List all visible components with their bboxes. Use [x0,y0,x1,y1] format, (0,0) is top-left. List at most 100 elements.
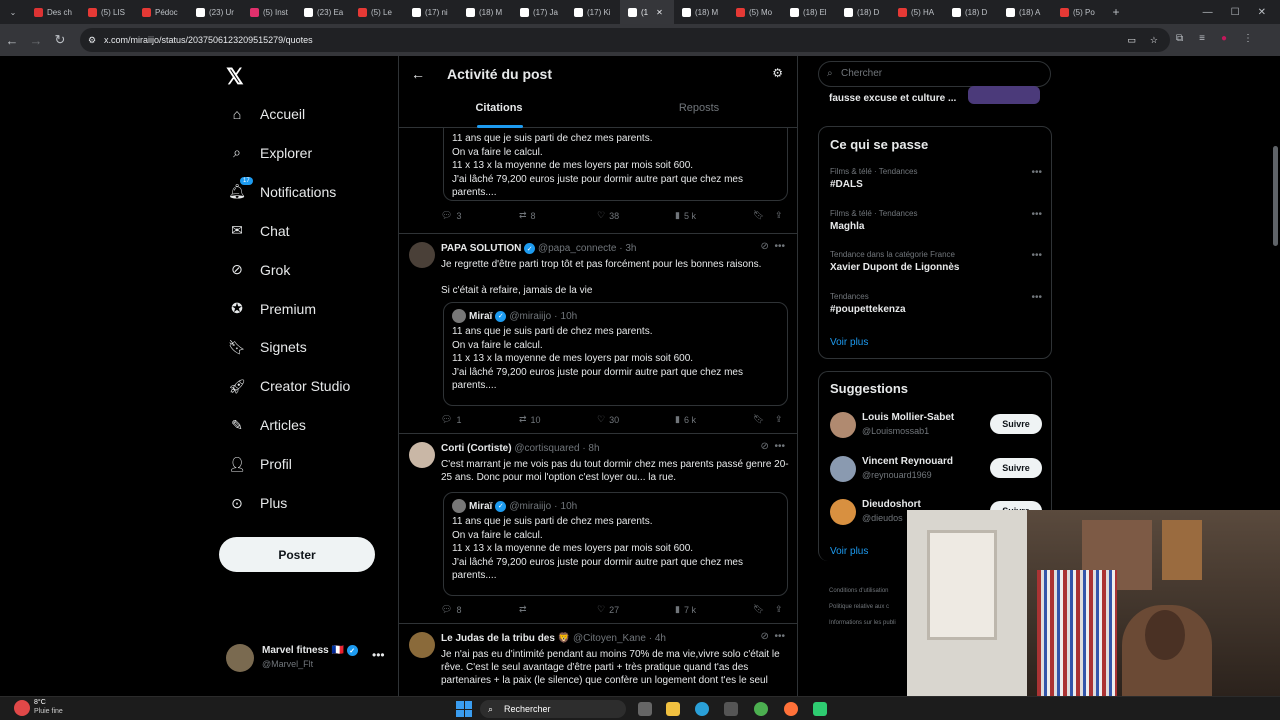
author-name[interactable]: PAPA SOLUTION [441,243,521,254]
close-window-icon[interactable]: ✕ [1258,7,1266,18]
author-handle[interactable]: @Citoyen_Kane [573,633,646,644]
follow-button[interactable]: Suivre [990,457,1042,478]
more-icon[interactable]: ••• [1031,167,1042,178]
reload-icon[interactable]: ↻ [48,32,72,48]
new-tab-button[interactable]: + [1106,5,1126,19]
browser-tab[interactable]: (23) Ea [296,0,350,24]
sidebar-top-snippet[interactable]: fausse excuse et culture ... [829,93,956,104]
browser-tab[interactable]: (23) Ur [188,0,242,24]
author-handle[interactable]: @papa_connecte [538,243,617,254]
account-switcher[interactable]: Marvel fitness 🇫🇷 ✓ @Marvel_Flt ••• [226,644,396,674]
post-button[interactable]: Poster [219,537,375,572]
grok-icon[interactable]: ⊘ [761,241,769,252]
scrollbar-thumb[interactable] [1273,146,1278,246]
search-input[interactable]: ⌕ Chercher [818,61,1051,87]
footer-link[interactable]: Politique relative aux c [829,599,896,615]
nav-item-creator-studio[interactable]: 🚀︎ Creator Studio [228,372,350,400]
nav-item-premium[interactable]: ✪ Premium [228,295,316,323]
like-button[interactable]: ♡ 38 [597,210,619,221]
nav-item-chat[interactable]: ✉ Chat [228,217,289,245]
author-name[interactable]: Corti (Cortiste) [441,443,512,454]
share-button[interactable]: ⇪ [775,414,783,425]
browser-tab[interactable]: (18) D [836,0,890,24]
avatar[interactable] [409,632,435,658]
back-icon[interactable]: ← [0,33,24,48]
tweet[interactable]: Le Judas de la tribu des 🦁 @Citoyen_Kane… [399,624,797,696]
see-more-link[interactable]: Voir plus [830,337,868,348]
browser-tab[interactable]: (5) Le [350,0,404,24]
nav-item-grok[interactable]: ⊘ Grok [228,256,290,284]
bookmark-button[interactable]: 🔖︎ [753,210,764,221]
browser-tab[interactable]: Des ch [26,0,80,24]
trend-item[interactable]: Tendances #poupettekenza ••• [830,292,1042,315]
avatar[interactable] [409,442,435,468]
repost-button[interactable]: ⇄ 10 [519,414,541,425]
taskbar-search[interactable]: ⌕ Rechercher [480,700,626,718]
more-icon[interactable]: ••• [372,648,385,662]
share-button[interactable]: ⇪ [775,604,783,615]
grok-icon[interactable]: ⊘ [761,631,769,642]
author-handle[interactable]: @cortisquared [514,443,579,454]
tweet-time[interactable]: 8h [588,443,599,454]
author-name[interactable]: Le Judas de la tribu des 🦁 [441,633,570,644]
minimize-icon[interactable]: — [1203,7,1213,18]
browser-tab[interactable]: (18) M [458,0,512,24]
grok-icon[interactable]: ⊘ [761,441,769,452]
browser-tab[interactable]: Pédoc [134,0,188,24]
more-icon[interactable]: ••• [774,631,785,642]
more-icon[interactable]: ••• [1031,250,1042,261]
url-field[interactable]: ⚙ x.com/miraiijo/status/2037506123209515… [80,28,1170,52]
cast-icon[interactable]: ▭ [1127,28,1136,52]
nav-item-explorer[interactable]: ⌕ Explorer [228,139,312,167]
more-icon[interactable]: ••• [774,241,785,252]
like-button[interactable]: ♡ 30 [597,414,619,425]
repost-button[interactable]: ⇄ [519,604,527,615]
repost-button[interactable]: ⇄ 8 [519,210,536,221]
browser-tab[interactable]: (5) Inst [242,0,296,24]
reply-button[interactable]: 💬︎ 1 [441,414,461,425]
star-icon[interactable]: ☆ [1150,28,1158,52]
suggestion-item[interactable]: Vincent Reynouard @reynouard1969 Suivre [830,455,1042,486]
trend-item[interactable]: Tendance dans la catégorie France Xavier … [830,250,1042,273]
bookmark-button[interactable]: 🔖︎ [753,414,764,425]
more-icon[interactable]: ••• [774,441,785,452]
browser-menu-icon[interactable]: ⋮ [1243,33,1253,44]
quoted-tweet[interactable]: Miraï ✓ @miraiijo · 10h 11 ans que je su… [443,302,788,406]
maximize-icon[interactable]: ☐ [1231,7,1240,18]
avatar[interactable] [409,242,435,268]
bookmark-button[interactable]: 🔖︎ [753,604,764,615]
nav-item-notifications[interactable]: 🔔︎ 17 Notifications [228,176,336,206]
views-button[interactable]: ▮ 5 k [675,210,696,221]
browser-tab[interactable]: (18) A [998,0,1052,24]
tab-reposts[interactable]: Reposts [599,102,797,128]
app-icon[interactable] [813,702,827,716]
views-button[interactable]: ▮ 6 k [675,414,696,425]
nav-item-articles[interactable]: ✎ Articles [228,411,306,439]
quoted-tweet[interactable]: Miraï ✓ @miraiijo · 10h 11 ans que je su… [443,492,788,596]
more-icon[interactable]: ••• [1031,292,1042,303]
browser-tab[interactable]: (18) D [944,0,998,24]
browser-tab[interactable]: (5) LIS [80,0,134,24]
browser-tab[interactable]: (1 ✕ [620,0,674,24]
like-button[interactable]: ♡ 27 [597,604,619,615]
browser-tab[interactable]: (18) M [674,0,728,24]
tweet-time[interactable]: 3h [625,243,636,254]
profile-icon[interactable]: ● [1221,33,1227,44]
trend-item[interactable]: Films & télé · Tendances Maghla ••• [830,209,1042,232]
footer-link[interactable]: Informations sur les publi [829,615,896,631]
x-logo-icon[interactable]: 𝕏 [226,64,244,90]
extensions-icon[interactable]: ⧉ [1176,33,1183,44]
file-explorer-icon[interactable] [666,702,680,716]
browser-tab[interactable]: (5) HA [890,0,944,24]
tweet[interactable]: PAPA SOLUTION ✓ @papa_connecte · 3h ⊘ ••… [399,234,797,434]
browser-tab[interactable]: (17) Ja [512,0,566,24]
follow-button[interactable]: Suivre [990,414,1042,434]
task-view-icon[interactable] [638,702,652,716]
weather-icon[interactable] [14,700,30,716]
reply-button[interactable]: 💬︎ 8 [441,604,461,615]
browser-tab[interactable]: (5) Mo [728,0,782,24]
footer-link[interactable]: Conditions d'utilisation [829,583,896,599]
chrome-icon[interactable] [754,702,768,716]
reply-button[interactable]: 💬︎ 3 [441,210,461,221]
tweet[interactable]: Corti (Cortiste) @cortisquared · 8h ⊘ ••… [399,434,797,624]
